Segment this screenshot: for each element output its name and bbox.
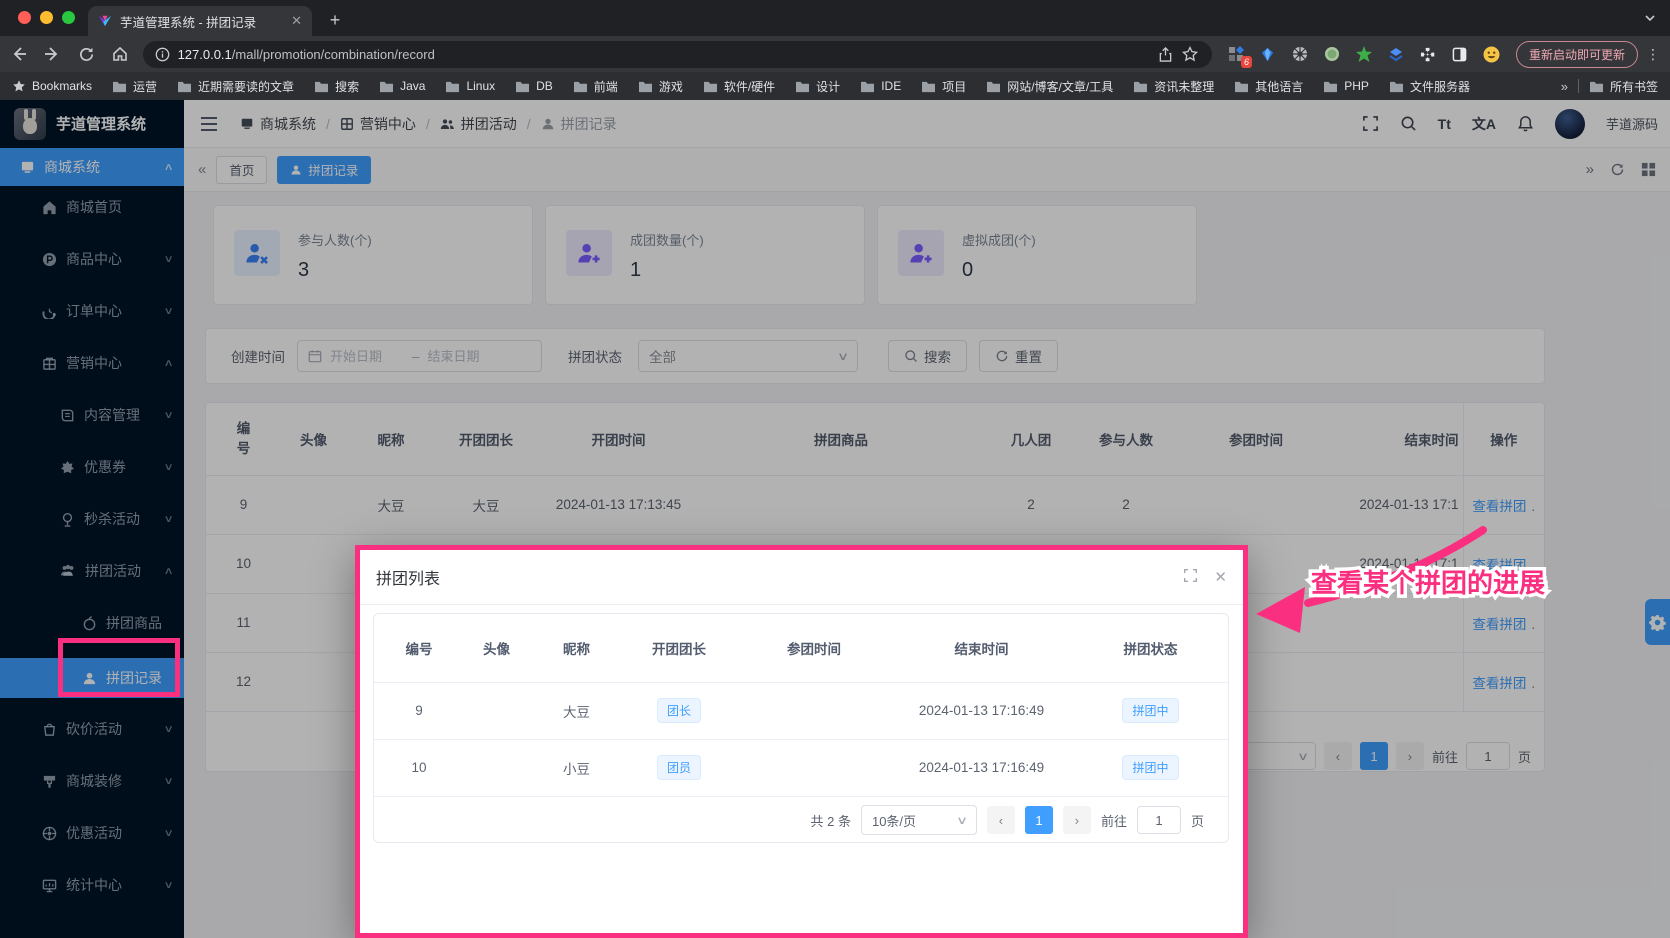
dialog-row: 10 小豆 团员 2024-01-13 17:16:49 拼团中 [374, 739, 1229, 796]
browser-menu-icon[interactable]: ⋮ [1646, 46, 1660, 63]
annotation-highlight-box [58, 638, 180, 697]
page-unit-label: 页 [1191, 811, 1204, 830]
url-host: 127.0.0.1 [178, 47, 232, 62]
bookmark-folder[interactable]: IDE [860, 79, 901, 93]
ext-emoji-icon[interactable] [1482, 44, 1502, 64]
ext-circle-icon[interactable] [1322, 44, 1342, 64]
current-page-button[interactable]: 1 [1025, 806, 1053, 834]
url-path: /mall/promotion/combination/record [232, 47, 435, 62]
role-badge: 团员 [657, 755, 701, 780]
browser-toolbar: 127.0.0.1/mall/promotion/combination/rec… [0, 36, 1670, 72]
bookmark-folder[interactable]: 游戏 [638, 78, 683, 95]
window-controls[interactable] [18, 11, 75, 24]
dialog-table: 编号 头像 昵称 开团团长 参团时间 结束时间 拼团状态 9 大豆 团长 [374, 614, 1229, 797]
ext-layers-icon[interactable] [1386, 44, 1406, 64]
goto-label: 前往 [1101, 811, 1127, 830]
share-icon[interactable] [1154, 42, 1178, 66]
bookmark-folder[interactable]: Java [379, 79, 425, 93]
favicon [98, 14, 112, 28]
bookmark-folder[interactable]: 文件服务器 [1389, 78, 1470, 95]
bookmarks-overflow-chevron[interactable]: » [1561, 79, 1568, 94]
zoom-window-button[interactable] [62, 11, 75, 24]
dialog-title: 拼团列表 [376, 565, 440, 589]
bookmark-folder[interactable]: 网站/博客/文章/工具 [986, 78, 1113, 95]
bookmark-folder[interactable]: 运营 [112, 78, 157, 95]
ext-wheel-icon[interactable] [1290, 44, 1310, 64]
back-icon[interactable] [4, 39, 34, 69]
ext-star-icon[interactable] [1354, 44, 1374, 64]
bookmark-folder[interactable]: Linux [445, 79, 495, 93]
bookmark-folder[interactable]: 设计 [795, 78, 840, 95]
status-badge: 拼团中 [1122, 698, 1178, 723]
page-size-select[interactable]: 10条/页∨ [861, 805, 977, 835]
dialog-pagination: 共 2 条 10条/页∨ ‹ 1 › 前往 页 [374, 797, 1228, 844]
browser-tab[interactable]: 芋道管理系统 - 拼团记录 ✕ [88, 6, 312, 36]
bookmark-folder[interactable]: 搜索 [314, 78, 359, 95]
bookmark-folder[interactable]: PHP [1323, 79, 1369, 93]
prev-page-button[interactable]: ‹ [987, 806, 1015, 834]
ext-badge: 6 [1241, 56, 1252, 68]
dialog-table-panel: 编号 头像 昵称 开团团长 参团时间 结束时间 拼团状态 9 大豆 团长 [373, 613, 1229, 843]
tab-search-chevron-icon[interactable] [1644, 12, 1656, 24]
ext-puzzle-icon[interactable] [1418, 44, 1438, 64]
bookmarks-bar: Bookmarks 运营 近期需要读的文章 搜索 Java Linux DB 前… [0, 72, 1670, 100]
col-join-time: 参团时间 [734, 614, 894, 682]
status-badge: 拼团中 [1122, 755, 1178, 780]
col-id: 编号 [374, 614, 464, 682]
col-avatar: 头像 [464, 614, 529, 682]
dialog-header: 拼团列表 ✕ [360, 550, 1243, 605]
bookmark-folder[interactable]: 项目 [921, 78, 966, 95]
tab-close-icon[interactable]: ✕ [291, 13, 302, 29]
group-list-dialog: 拼团列表 ✕ 编号 头像 昵称 开团团长 参团时间 结束时间 拼团状态 [355, 545, 1248, 938]
extensions-row: 6 [1226, 44, 1502, 64]
col-end-time: 结束时间 [894, 614, 1069, 682]
bookmark-folder[interactable]: 近期需要读的文章 [177, 78, 294, 95]
chevron-down-icon: ∨ [956, 814, 968, 827]
bookmark-star-icon[interactable] [1178, 42, 1202, 66]
goto-page-input[interactable] [1137, 806, 1181, 834]
bookmark-folder[interactable]: 其他语言 [1234, 78, 1303, 95]
reload-icon[interactable] [71, 39, 101, 69]
bookmark-folder[interactable]: DB [515, 79, 553, 93]
browser-tab-strip: 芋道管理系统 - 拼团记录 ✕ + [0, 0, 1670, 36]
site-info-icon[interactable] [155, 47, 170, 62]
next-page-button[interactable]: › [1063, 806, 1091, 834]
dialog-header-row: 编号 头像 昵称 开团团长 参团时间 结束时间 拼团状态 [374, 614, 1229, 682]
forward-icon[interactable] [38, 39, 68, 69]
minimize-window-button[interactable] [40, 11, 53, 24]
role-badge: 团长 [657, 698, 701, 723]
col-status: 拼团状态 [1069, 614, 1229, 682]
bookmarks-manager[interactable]: Bookmarks [12, 79, 92, 93]
ext-frame-icon[interactable] [1450, 44, 1470, 64]
home-icon[interactable] [105, 39, 135, 69]
col-nickname: 昵称 [529, 614, 624, 682]
url-text[interactable]: 127.0.0.1/mall/promotion/combination/rec… [178, 47, 1154, 62]
total-count: 共 2 条 [811, 811, 851, 830]
ext-gem-icon[interactable] [1258, 44, 1278, 64]
url-bar[interactable]: 127.0.0.1/mall/promotion/combination/rec… [143, 41, 1212, 68]
bookmark-folder[interactable]: 软件/硬件 [703, 78, 775, 95]
new-tab-button[interactable]: + [322, 8, 348, 34]
relaunch-update-button[interactable]: 重新启动即可更新 [1516, 41, 1638, 68]
dialog-row: 9 大豆 团长 2024-01-13 17:16:49 拼团中 [374, 682, 1229, 739]
close-window-button[interactable] [18, 11, 31, 24]
bookmark-folder[interactable]: 前端 [573, 78, 618, 95]
dialog-close-icon[interactable]: ✕ [1214, 568, 1227, 586]
ext-grid-icon[interactable]: 6 [1226, 44, 1246, 64]
dialog-fullscreen-icon[interactable] [1183, 568, 1198, 586]
admin-app: 芋道管理系统 商城系统 / 营销中心 / 拼团活动 / 拼团记录 Tt 文A 芋… [0, 100, 1670, 938]
divider [1578, 79, 1579, 93]
all-bookmarks-folder[interactable]: 所有书签 [1589, 78, 1658, 95]
bookmark-folder[interactable]: 资讯未整理 [1133, 78, 1214, 95]
tab-title: 芋道管理系统 - 拼团记录 [120, 12, 283, 31]
col-leader: 开团团长 [624, 614, 734, 682]
